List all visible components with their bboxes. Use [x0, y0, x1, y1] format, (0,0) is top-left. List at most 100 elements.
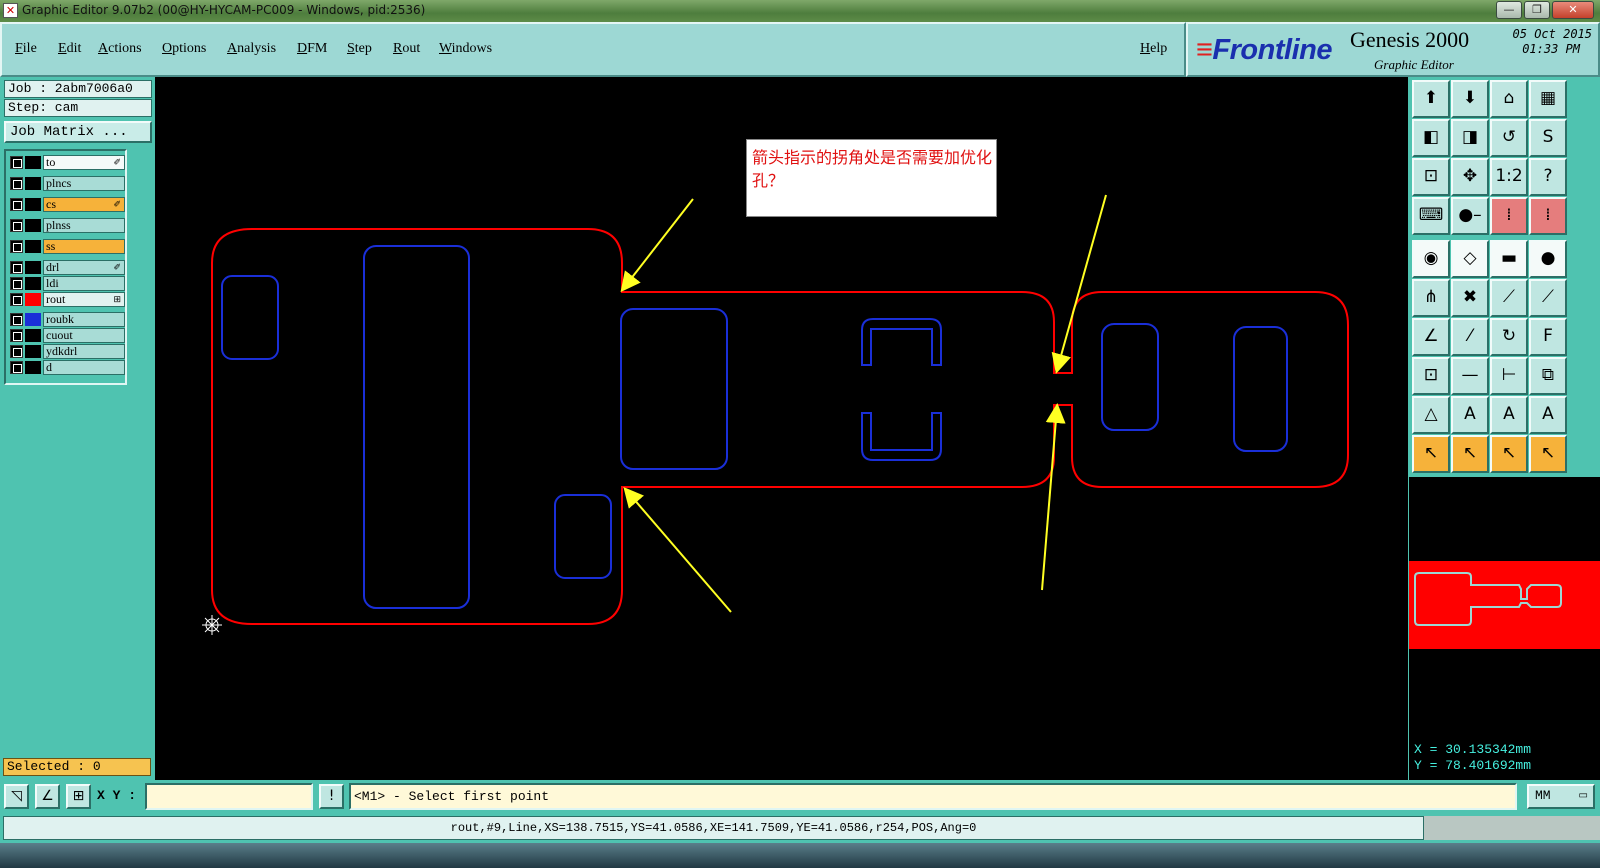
- layer-color-swatch[interactable]: [25, 313, 41, 326]
- layer-name[interactable]: to ✐: [43, 155, 125, 170]
- layer-row[interactable]: roubk: [8, 312, 125, 327]
- layer-checkbox[interactable]: [10, 313, 23, 326]
- layer-checkbox[interactable]: [10, 277, 23, 290]
- cross-icon[interactable]: ✖: [1451, 279, 1489, 317]
- menu-analysis[interactable]: Analysis: [227, 41, 276, 57]
- menu-windows[interactable]: Windows: [439, 41, 492, 57]
- layer-name[interactable]: ydkdrl: [43, 344, 125, 359]
- a3-icon[interactable]: A: [1529, 396, 1567, 434]
- ruler-icon[interactable]: ▬: [1490, 240, 1528, 278]
- measure-mode-icon[interactable]: ∠: [35, 784, 60, 809]
- help-icon[interactable]: ?: [1529, 158, 1567, 196]
- draw-line-icon[interactable]: ∠: [1412, 318, 1450, 356]
- layer-color-swatch[interactable]: [25, 277, 41, 290]
- line-point2-icon[interactable]: ⟋: [1529, 279, 1567, 317]
- layer-name[interactable]: plnss: [43, 218, 125, 233]
- layer-row[interactable]: ydkdrl: [8, 344, 125, 359]
- layer-name[interactable]: drl ✐: [43, 260, 125, 275]
- triangle-icon[interactable]: △: [1412, 396, 1450, 434]
- graphic-canvas[interactable]: 箭头指示的拐角处是否需要加优化孔？: [155, 77, 1408, 780]
- xy-input[interactable]: [145, 783, 313, 810]
- layer-name[interactable]: roubk: [43, 312, 125, 327]
- layer-row[interactable]: plnss: [8, 218, 125, 233]
- close-button[interactable]: ✕: [1552, 1, 1594, 19]
- pointer-box-icon[interactable]: ↖: [1451, 435, 1489, 473]
- minus-icon[interactable]: —: [1451, 357, 1489, 395]
- menu-dfm[interactable]: DFM: [297, 41, 327, 57]
- layer-name[interactable]: cs ✐: [43, 197, 125, 212]
- grid-snap-icon[interactable]: ⊞: [66, 784, 91, 809]
- job-matrix-button[interactable]: Job Matrix ...: [4, 121, 152, 143]
- layer-row[interactable]: ss: [8, 239, 125, 254]
- pointer-multi-icon[interactable]: ↖: [1529, 435, 1567, 473]
- layer-color-swatch[interactable]: [25, 177, 41, 190]
- layer-name[interactable]: ss: [43, 239, 125, 254]
- menu-step[interactable]: Step: [347, 41, 372, 57]
- zoom-home-icon[interactable]: ⬆: [1412, 80, 1450, 118]
- menu-options[interactable]: Options: [162, 41, 206, 57]
- layer-checkbox[interactable]: [10, 219, 23, 232]
- layer-row[interactable]: drl ✐: [8, 260, 125, 275]
- layer-color-swatch[interactable]: [25, 219, 41, 232]
- pan-right-icon[interactable]: ◨: [1451, 119, 1489, 157]
- fit-icon[interactable]: ⊡: [1412, 158, 1450, 196]
- layer-color-swatch[interactable]: [25, 345, 41, 358]
- layer-checkbox[interactable]: [10, 345, 23, 358]
- layer-name[interactable]: rout ⊞: [43, 292, 125, 307]
- pcb-icon[interactable]: ⌨: [1412, 197, 1450, 235]
- maximize-button[interactable]: ❐: [1524, 1, 1550, 19]
- menu-edit[interactable]: Edit: [58, 41, 81, 57]
- layer-row[interactable]: ldi: [8, 276, 125, 291]
- layer-color-swatch[interactable]: [25, 240, 41, 253]
- probe-icon[interactable]: ●–: [1451, 197, 1489, 235]
- layer-name[interactable]: d: [43, 360, 125, 375]
- info-icon[interactable]: !: [319, 784, 344, 809]
- layer-name[interactable]: cuout: [43, 328, 125, 343]
- line-point-icon[interactable]: ⟋: [1490, 279, 1528, 317]
- node-icon[interactable]: ⊡: [1412, 357, 1450, 395]
- menu-help[interactable]: Help: [1140, 41, 1167, 57]
- layer-row[interactable]: cuout: [8, 328, 125, 343]
- layer-row[interactable]: plncs: [8, 176, 125, 191]
- layer-name[interactable]: ldi: [43, 276, 125, 291]
- layer-row[interactable]: rout ⊞: [8, 292, 125, 307]
- ff-icon[interactable]: F: [1529, 318, 1567, 356]
- pad-icon[interactable]: ◉: [1412, 240, 1450, 278]
- menu-rout[interactable]: Rout: [393, 41, 420, 57]
- scale-icon[interactable]: 1:2: [1490, 158, 1528, 196]
- layer-checkbox[interactable]: [10, 361, 23, 374]
- layer-checkbox[interactable]: [10, 329, 23, 342]
- a2-icon[interactable]: A: [1490, 396, 1528, 434]
- board-overview[interactable]: [1408, 477, 1600, 739]
- layer-red-icon[interactable]: ⁞: [1490, 197, 1528, 235]
- layer-checkbox[interactable]: [10, 240, 23, 253]
- center-icon[interactable]: ✥: [1451, 158, 1489, 196]
- layer-checkbox[interactable]: [10, 177, 23, 190]
- layer-checkbox[interactable]: [10, 261, 23, 274]
- layer-color-swatch[interactable]: [25, 156, 41, 169]
- layer-color-swatch[interactable]: [25, 293, 41, 306]
- measure-icon[interactable]: ⊢: [1490, 357, 1528, 395]
- pointer-circle-icon[interactable]: ↖: [1490, 435, 1528, 473]
- layer-name[interactable]: plncs: [43, 176, 125, 191]
- layer-color-swatch[interactable]: [25, 329, 41, 342]
- arc-icon[interactable]: ↻: [1490, 318, 1528, 356]
- menu-file[interactable]: File: [15, 41, 37, 57]
- layer-red2-icon[interactable]: ⁞: [1529, 197, 1567, 235]
- home-icon[interactable]: ⌂: [1490, 80, 1528, 118]
- layer-row[interactable]: cs ✐: [8, 197, 125, 212]
- diagonal-icon[interactable]: ⁄: [1451, 318, 1489, 356]
- menu-actions[interactable]: Actions: [98, 41, 142, 57]
- minimize-button[interactable]: —: [1496, 1, 1522, 19]
- layer-row[interactable]: d: [8, 360, 125, 375]
- pointer-icon[interactable]: ↖: [1412, 435, 1450, 473]
- s-curve-icon[interactable]: S: [1529, 119, 1567, 157]
- zoom-down-icon[interactable]: ⬇: [1451, 80, 1489, 118]
- shape-icon[interactable]: ◇: [1451, 240, 1489, 278]
- units-selector[interactable]: MM ▭: [1527, 784, 1595, 809]
- circle-icon[interactable]: ●: [1529, 240, 1567, 278]
- a-icon[interactable]: A: [1451, 396, 1489, 434]
- connect-icon[interactable]: ⋔: [1412, 279, 1450, 317]
- group-icon[interactable]: ⧉: [1529, 357, 1567, 395]
- layer-row[interactable]: to ✐: [8, 155, 125, 170]
